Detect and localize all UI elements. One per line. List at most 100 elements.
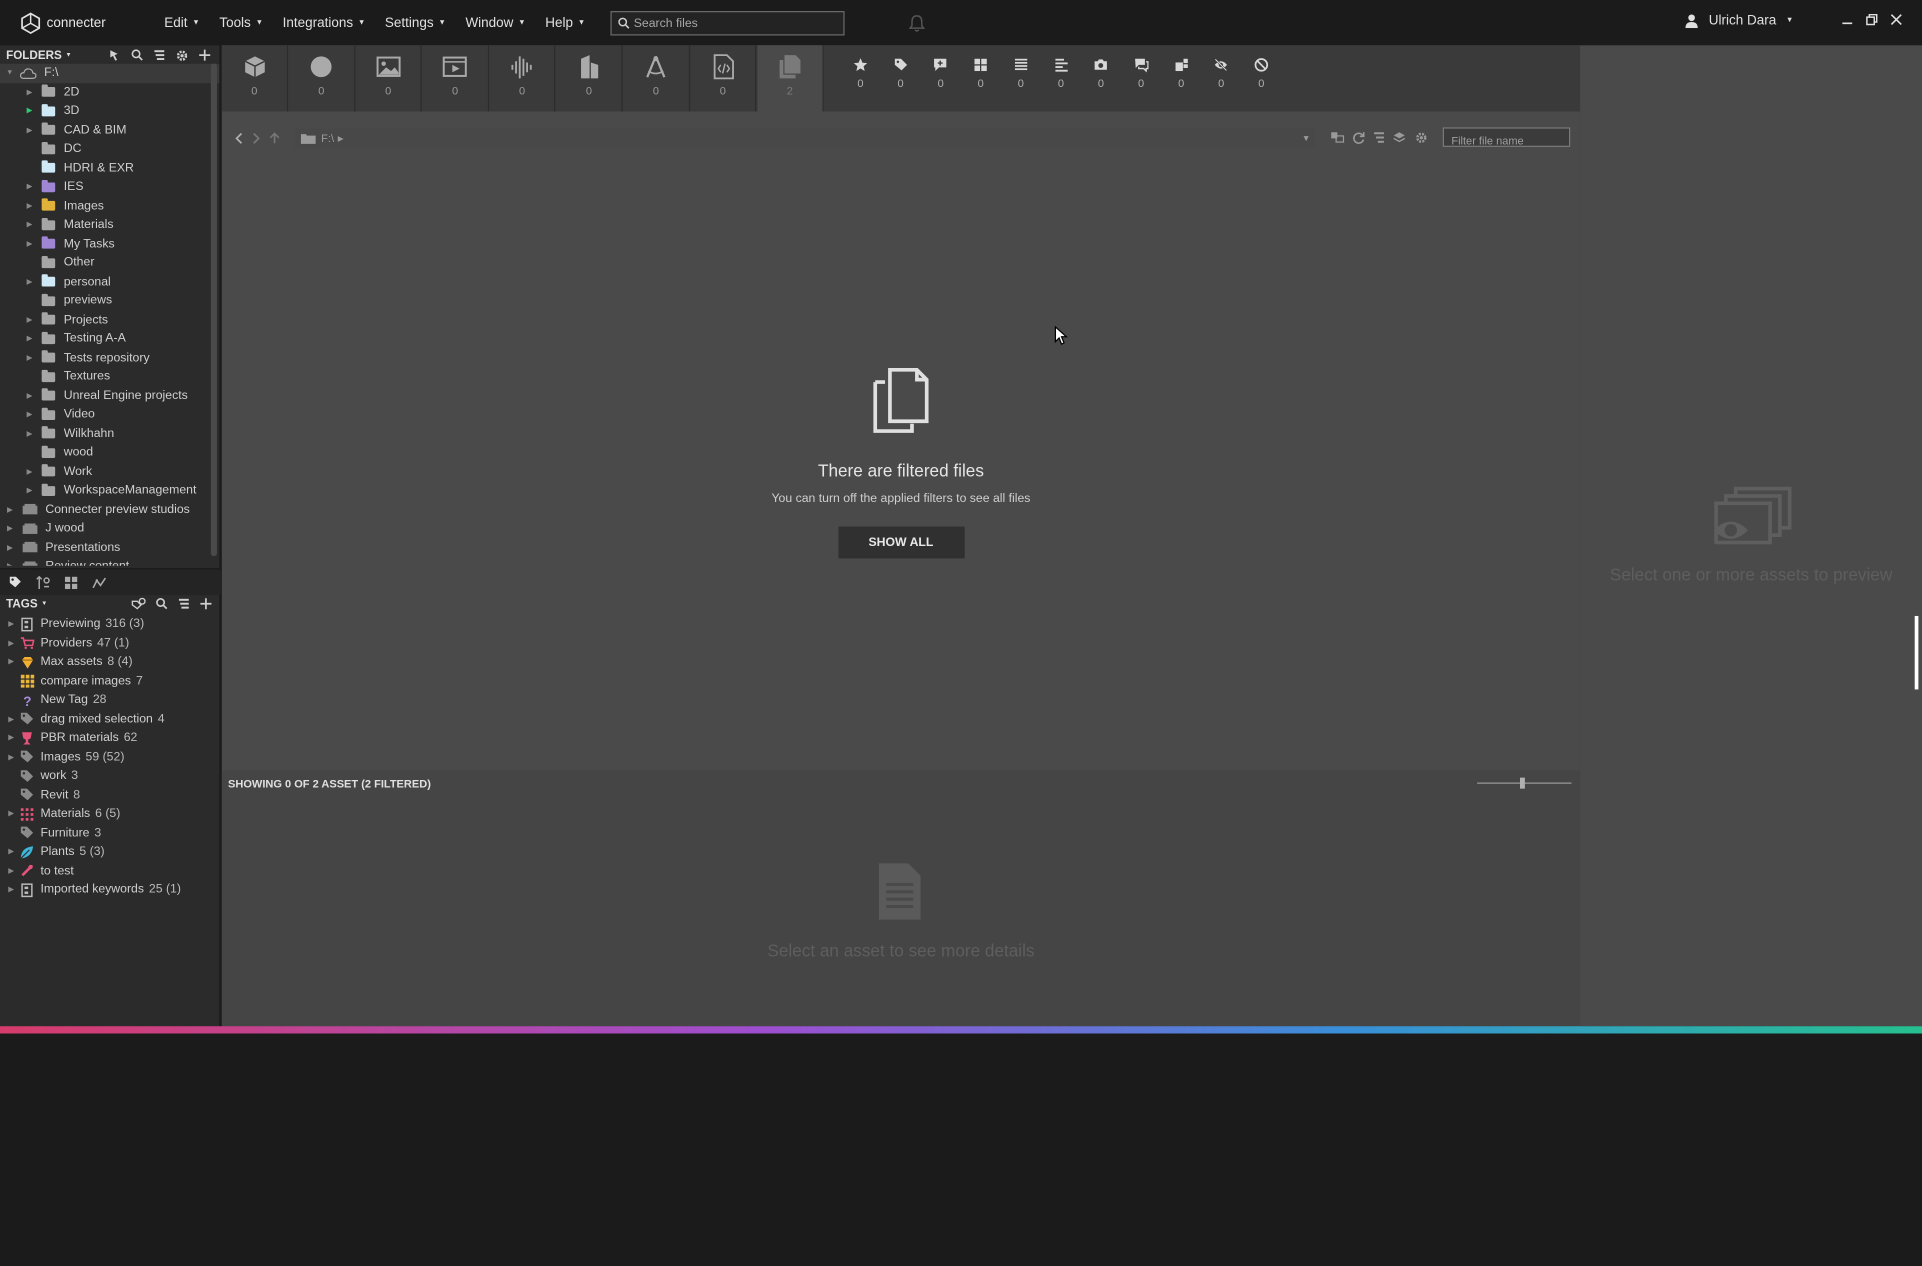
- folder-item[interactable]: DC: [0, 140, 219, 159]
- folder-item[interactable]: ▶ CAD & BIM: [0, 121, 219, 140]
- folder-item[interactable]: Textures: [0, 367, 219, 386]
- type-filter-image[interactable]: 0: [356, 45, 422, 112]
- folders-header[interactable]: FOLDERS ▼: [0, 47, 219, 64]
- back-icon[interactable]: [234, 132, 244, 144]
- plus-icon[interactable]: [199, 49, 211, 61]
- expand-arrow-icon[interactable]: ▶: [6, 886, 16, 894]
- up-icon[interactable]: [268, 132, 280, 144]
- expand-arrow-icon[interactable]: ▼: [5, 69, 15, 76]
- folder-item[interactable]: ▶ Wilkhahn: [0, 424, 219, 443]
- expand-arrow-icon[interactable]: ▶: [6, 658, 16, 666]
- attribute-filter-hidden[interactable]: 0: [1209, 58, 1234, 89]
- type-filter-building[interactable]: 0: [557, 45, 623, 112]
- expand-arrow-icon[interactable]: ▶: [6, 867, 16, 875]
- expand-arrow-icon[interactable]: ▶: [5, 543, 15, 552]
- tag-item[interactable]: ▶ PBR materials 62: [0, 729, 221, 748]
- attribute-filter-blocked[interactable]: 0: [1249, 58, 1274, 89]
- attribute-filter-grid[interactable]: 0: [968, 58, 993, 89]
- panel-resize-handle[interactable]: [1914, 615, 1919, 690]
- expand-arrow-icon[interactable]: ▶: [6, 753, 16, 761]
- folder-item[interactable]: ▶ Tests repository: [0, 348, 219, 367]
- folder-item[interactable]: previews: [0, 291, 219, 310]
- list-icon[interactable]: [178, 598, 190, 610]
- workspace-item[interactable]: ▶ Presentations: [0, 538, 219, 557]
- list-icon[interactable]: [153, 49, 165, 61]
- tags-header[interactable]: TAGS ▼: [0, 595, 221, 612]
- folder-root[interactable]: ▼ F:\: [0, 63, 220, 83]
- notifications-bell-icon[interactable]: [907, 13, 927, 39]
- path-dropdown-icon[interactable]: ▼: [1302, 134, 1311, 143]
- tag-item[interactable]: ▶ Providers 47 (1): [0, 634, 221, 653]
- activity-tab[interactable]: [92, 575, 107, 590]
- attribute-filter-list[interactable]: 0: [1009, 58, 1034, 89]
- slider-thumb[interactable]: [1519, 777, 1525, 789]
- attribute-filter-chat[interactable]: 0: [1129, 58, 1154, 89]
- show-all-button[interactable]: SHOW ALL: [837, 526, 965, 559]
- tag-item[interactable]: ▶ Plants 5 (3): [0, 843, 221, 862]
- expand-arrow-icon[interactable]: ▶: [25, 183, 35, 191]
- tag-item[interactable]: ▶ Materials 6 (5): [0, 805, 221, 824]
- folder-item[interactable]: ▶ Materials: [0, 216, 219, 235]
- gear-icon[interactable]: [175, 48, 188, 61]
- type-filter-sphere[interactable]: 0: [289, 45, 355, 112]
- attribute-filter-star[interactable]: 0: [848, 58, 873, 89]
- expand-arrow-icon[interactable]: ▶: [25, 240, 35, 248]
- minimize-button[interactable]: [1839, 10, 1856, 30]
- sort-list-icon[interactable]: [1373, 131, 1385, 144]
- attribute-filter-comment-plus[interactable]: 0: [928, 58, 953, 89]
- forward-icon[interactable]: [251, 132, 261, 144]
- plus-icon[interactable]: [200, 598, 212, 610]
- expand-arrow-icon[interactable]: ▶: [25, 430, 35, 438]
- tag-item[interactable]: ▶ Max assets 8 (4): [0, 653, 221, 672]
- select-multiple-icon[interactable]: [1330, 131, 1345, 143]
- expand-arrow-icon[interactable]: ▶: [6, 715, 16, 723]
- expand-arrow-icon[interactable]: ▶: [25, 126, 35, 134]
- expand-arrow-icon[interactable]: ▶: [25, 354, 35, 362]
- folder-item[interactable]: ▶ personal: [0, 272, 219, 291]
- refresh-icon[interactable]: [1352, 131, 1365, 144]
- menu-window[interactable]: Window ▼: [465, 15, 525, 30]
- menu-edit[interactable]: Edit ▼: [164, 15, 199, 30]
- expand-arrow-icon[interactable]: ▶: [5, 505, 15, 514]
- folder-item[interactable]: ▶ IES: [0, 178, 219, 197]
- attribute-filter-tag[interactable]: 0: [888, 58, 913, 89]
- search-input[interactable]: [633, 16, 830, 31]
- attribute-filter-align[interactable]: 0: [1049, 58, 1074, 89]
- expand-arrow-icon[interactable]: ▶: [5, 524, 15, 533]
- menu-settings[interactable]: Settings ▼: [385, 15, 446, 30]
- select-icon[interactable]: [109, 49, 121, 61]
- expand-arrow-icon[interactable]: ▶: [6, 639, 16, 647]
- folder-item[interactable]: ▶ My Tasks: [0, 235, 219, 254]
- tag-item[interactable]: Revit 8: [0, 786, 221, 805]
- folder-item[interactable]: ▶ Images: [0, 197, 219, 216]
- workspace-item[interactable]: ▶ Connecter preview studios: [0, 500, 219, 519]
- tags-tab[interactable]: [7, 575, 22, 590]
- tag-item[interactable]: ▶ Images 59 (52): [0, 748, 221, 767]
- expand-arrow-icon[interactable]: ▶: [6, 810, 16, 818]
- filter-file-name[interactable]: [1442, 127, 1571, 150]
- layers-icon[interactable]: [1393, 131, 1406, 144]
- expand-arrow-icon[interactable]: ▶: [25, 411, 35, 419]
- type-filter-cube[interactable]: 0: [222, 45, 289, 112]
- tag-item[interactable]: ▶ Imported keywords 25 (1): [0, 880, 221, 899]
- attribute-filter-camera[interactable]: 0: [1089, 58, 1114, 89]
- folder-item[interactable]: ▶ Unreal Engine projects: [0, 386, 219, 405]
- restore-button[interactable]: [1863, 10, 1880, 30]
- folder-item[interactable]: Other: [0, 253, 219, 272]
- type-filter-drafting[interactable]: 0: [623, 45, 690, 112]
- tag-item[interactable]: compare images 7: [0, 672, 221, 691]
- expand-arrow-icon[interactable]: ▶: [25, 107, 35, 115]
- sort-tab[interactable]: [36, 575, 51, 590]
- tag-item[interactable]: work 3: [0, 767, 221, 786]
- folders-scrollbar[interactable]: [210, 63, 217, 556]
- global-search[interactable]: [610, 11, 845, 36]
- folder-item[interactable]: ▶ Testing A-A: [0, 329, 219, 348]
- expand-arrow-icon[interactable]: ▶: [25, 221, 35, 229]
- expand-arrow-icon[interactable]: ▶: [25, 486, 35, 495]
- close-button[interactable]: [1888, 10, 1905, 30]
- search-icon[interactable]: [156, 598, 168, 610]
- app-logo[interactable]: connecter: [20, 11, 165, 34]
- folder-item[interactable]: HDRI & EXR: [0, 159, 219, 178]
- workspace-item[interactable]: ▶ J wood: [0, 519, 219, 538]
- tag-item[interactable]: ▶ drag mixed selection 4: [0, 710, 221, 729]
